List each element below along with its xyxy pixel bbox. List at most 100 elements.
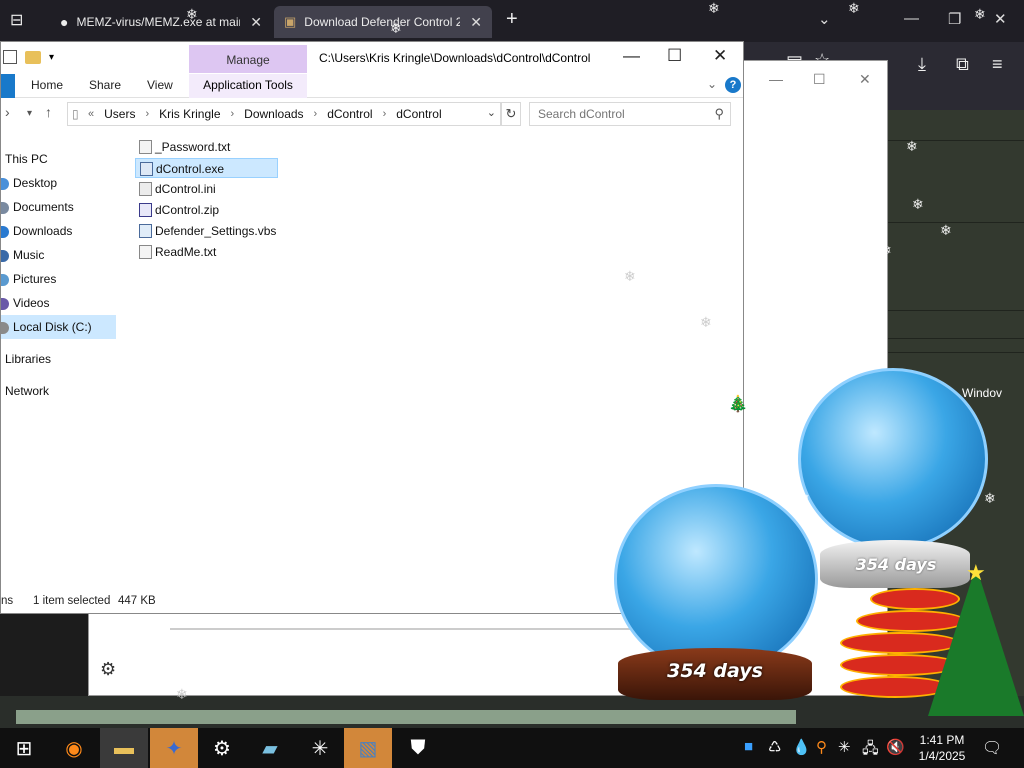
snowflake-tray-icon[interactable]: ✳	[838, 738, 851, 756]
nav-label: Downloads	[13, 224, 73, 238]
file-item[interactable]: _Password.txt	[135, 137, 230, 157]
manage-tab[interactable]: Manage	[189, 45, 307, 73]
download-icon[interactable]: ⤓	[918, 54, 926, 75]
menu-icon[interactable]: ≡	[992, 54, 1003, 75]
settings-gear-icon[interactable]: ⚙	[198, 728, 246, 768]
close-tab-icon[interactable]: ✕	[250, 14, 262, 31]
shield-icon[interactable]: ⛊	[394, 728, 442, 768]
restore-icon[interactable]: ❐	[948, 10, 961, 28]
new-folder-icon[interactable]	[25, 50, 41, 64]
snowflake-icon: ❄	[322, 666, 334, 682]
tab-share[interactable]: Share	[89, 78, 121, 92]
tray-recycle-icon[interactable]: ♺	[768, 738, 781, 756]
clock-date: 1/4/2025	[918, 749, 966, 763]
nav-libraries[interactable]: Libraries	[5, 347, 51, 371]
nav-this-pc[interactable]: This PC	[5, 147, 48, 171]
tab-home[interactable]: Home	[31, 78, 63, 92]
up-arrow-icon[interactable]: ↑	[45, 104, 52, 120]
snowflake-icon: ❄	[798, 490, 810, 506]
days-counter-label: 354 days	[667, 660, 763, 682]
close-icon[interactable]: ✕	[994, 10, 1007, 28]
snowflake-icon: ❄	[700, 314, 712, 330]
file-explorer-icon[interactable]: ▬	[100, 728, 148, 768]
refresh-icon[interactable]: ↻	[501, 102, 521, 126]
background-text: Windov	[962, 386, 1003, 400]
notification-icon[interactable]: 🗨	[982, 738, 1002, 758]
tab-list-icon[interactable]: ⊟	[10, 10, 23, 30]
chevron-down-icon[interactable]: ⌄	[818, 10, 831, 28]
breadcrumb-downloads[interactable]: Downloads	[244, 107, 303, 121]
start-button[interactable]: ⊞	[0, 728, 48, 768]
clock-time: 1:41 PM	[919, 733, 965, 747]
ribbon-tabs: Home Share View Application Tools ⌄ ?	[1, 74, 743, 98]
recent-dropdown-icon[interactable]: ▾	[27, 108, 32, 119]
tab-application-tools[interactable]: Application Tools	[189, 74, 307, 98]
help-icon[interactable]: ?	[725, 77, 741, 93]
extensions-icon[interactable]: ⧉	[956, 54, 969, 75]
app-icon[interactable]: ✦	[150, 728, 198, 768]
new-tab-button[interactable]: +	[506, 8, 518, 31]
snowflake-icon: ❄	[984, 490, 996, 506]
maximize-icon[interactable]: ☐	[813, 71, 826, 88]
exe-file-icon	[140, 162, 153, 176]
maximize-icon[interactable]: ☐	[667, 46, 682, 66]
close-icon[interactable]: ✕	[713, 46, 727, 66]
nav-pictures[interactable]: Pictures	[1, 267, 56, 291]
water-drop-icon[interactable]: 💧	[792, 738, 811, 756]
minimize-icon[interactable]: —	[769, 71, 783, 87]
nav-downloads[interactable]: Downloads	[1, 219, 72, 243]
file-item[interactable]: dControl.zip	[135, 200, 219, 220]
forward-arrow-icon[interactable]: ›	[5, 104, 10, 120]
nav-desktop[interactable]: Desktop	[1, 171, 57, 195]
breadcrumb-dcontrol[interactable]: dControl	[327, 107, 372, 121]
firefox-icon[interactable]: ◉	[50, 728, 98, 768]
file-name: dControl.zip	[155, 203, 220, 217]
breadcrumb-separator-icon[interactable]: ›	[314, 108, 318, 120]
chevron-down-icon[interactable]: ⌄	[707, 77, 717, 91]
page-bottom-strip	[0, 696, 1024, 730]
file-item[interactable]: Defender_Settings.vbs	[135, 221, 276, 241]
breadcrumb-separator-icon[interactable]: ›	[145, 108, 149, 120]
file-item-selected[interactable]: dControl.exe	[135, 158, 278, 178]
search-box[interactable]: ⚲	[529, 102, 731, 126]
volume-muted-icon[interactable]: 🔇	[886, 738, 905, 756]
browser-tab-bar: ⊟ ● MEMZ-virus/MEMZ.exe at main ✕ ▣ Down…	[0, 0, 1024, 42]
address-dropdown-icon[interactable]: ⌄	[487, 106, 496, 119]
nav-documents[interactable]: Documents	[1, 195, 74, 219]
file-menu-button[interactable]	[1, 74, 15, 98]
breadcrumb-users[interactable]: Users	[104, 107, 135, 121]
close-tab-icon[interactable]: ✕	[470, 14, 482, 31]
file-item[interactable]: ReadMe.txt	[135, 242, 216, 262]
breadcrumb-overflow[interactable]: «	[88, 108, 94, 120]
search-tray-icon[interactable]: ⚲	[816, 738, 827, 756]
file-item[interactable]: dControl.ini	[135, 179, 216, 199]
tray-app-icon[interactable]: ■	[744, 738, 753, 755]
gear-icon[interactable]: ⚙	[100, 659, 116, 680]
minimize-icon[interactable]: —	[623, 46, 640, 66]
nav-videos[interactable]: Videos	[1, 291, 49, 315]
properties-icon[interactable]	[3, 50, 17, 64]
nav-label: Videos	[13, 296, 50, 310]
close-icon[interactable]: ✕	[859, 71, 871, 88]
music-icon	[1, 249, 9, 262]
installer-icon[interactable]: ▧	[344, 728, 392, 768]
search-input[interactable]	[530, 103, 700, 125]
breadcrumb-separator-icon[interactable]: ›	[383, 108, 387, 120]
chevron-down-icon[interactable]: ▾	[49, 52, 54, 63]
notepad-icon[interactable]: ▰	[246, 728, 294, 768]
tab-view[interactable]: View	[147, 78, 173, 92]
clock[interactable]: 1:41 PM 1/4/2025	[912, 732, 972, 764]
minimize-icon[interactable]: —	[904, 10, 919, 27]
nav-music[interactable]: Music	[1, 243, 44, 267]
nav-local-disk[interactable]: Local Disk (C:)	[1, 315, 116, 339]
nav-network[interactable]: Network	[5, 379, 49, 403]
snowflake-app-icon[interactable]: ✳	[296, 728, 344, 768]
address-bar[interactable]: ▯ « Users › Kris Kringle › Downloads › d…	[67, 102, 501, 126]
breadcrumb-kris-kringle[interactable]: Kris Kringle	[159, 107, 220, 121]
tab-memz[interactable]: ● MEMZ-virus/MEMZ.exe at main ✕	[50, 6, 272, 38]
network-icon[interactable]: 🖧	[862, 738, 879, 763]
zip-file-icon	[139, 203, 152, 217]
breadcrumb-separator-icon[interactable]: ›	[231, 108, 235, 120]
breadcrumb-dcontrol-current[interactable]: dControl	[396, 107, 441, 121]
tab-defender-control[interactable]: ▣ Download Defender Control 2.1 ✕	[274, 6, 492, 38]
